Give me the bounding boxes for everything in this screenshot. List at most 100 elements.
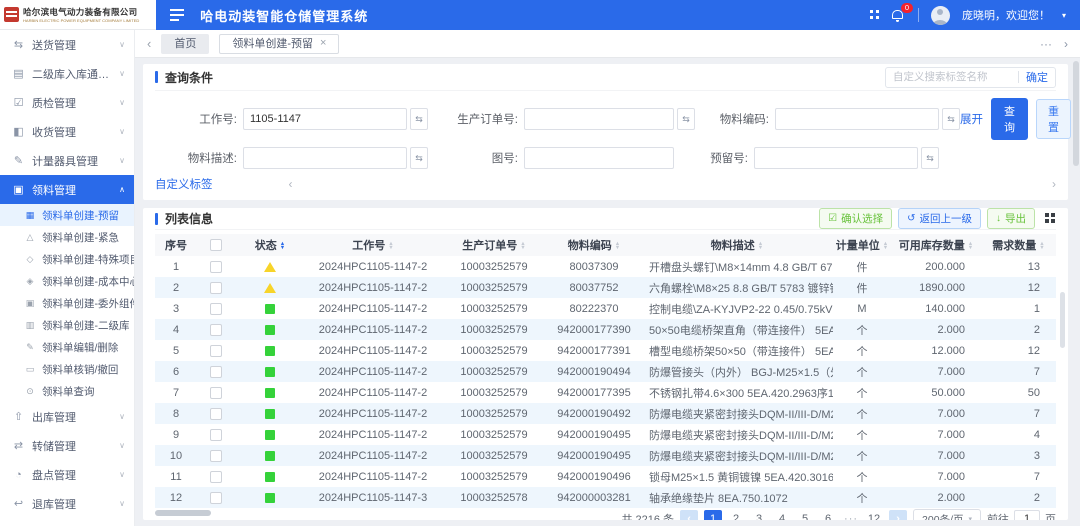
row-checkbox[interactable] [210,345,222,357]
column-settings-icon[interactable] [1045,213,1056,224]
material-code-input[interactable] [775,108,939,130]
custom-tag-name-input[interactable] [893,71,1011,83]
page-size-select[interactable]: 200条/页 ▾ [913,509,981,520]
scrollbar-thumb[interactable] [1073,61,1079,166]
reset-button[interactable]: 重置 [1036,99,1071,139]
col-unit[interactable]: 计量单位▲▼ [833,234,891,256]
table-vertical-scrollbar[interactable] [1060,292,1065,348]
close-icon[interactable]: × [320,38,326,49]
sidebar-subitem[interactable]: ▦ 领料单创建-预留 [0,204,134,226]
row-checkbox[interactable] [210,450,222,462]
table-row[interactable]: 6 2024HPC1105-1147-2 10003252579 9420001… [155,361,1056,382]
tabs-back-icon[interactable]: ‹ [147,36,151,51]
notifications-button[interactable]: 0 [892,8,906,22]
row-checkbox[interactable] [210,492,222,504]
page-number-button[interactable]: ··· [842,510,860,520]
tabs-forward-icon[interactable]: › [1064,37,1068,51]
filter-icon[interactable]: ⇆ [677,108,695,130]
table-row[interactable]: 9 2024HPC1105-1147-2 10003252579 9420001… [155,424,1056,445]
next-page-button[interactable]: › [889,510,907,520]
sidebar-item[interactable]: ☑ 质检管理 ∨ [0,88,134,117]
tab-requisition-create-reserve[interactable]: 领料单创建-预留 × [219,34,339,54]
sidebar-item[interactable]: ◧ 收货管理 ∨ [0,117,134,146]
col-material-code[interactable]: 物料编码▲▼ [547,234,641,256]
col-demand-qty[interactable]: 需求数量▲▼ [981,234,1056,256]
row-checkbox[interactable] [210,324,222,336]
filter-icon[interactable]: ⇆ [410,108,428,130]
col-work-no[interactable]: 工作号▲▼ [305,234,441,256]
table-row[interactable]: 5 2024HPC1105-1147-2 10003252579 9420001… [155,340,1056,361]
scrollbar-thumb[interactable] [155,510,211,516]
expand-link[interactable]: 展开 [960,111,983,127]
sidebar-item[interactable]: ✎ 计量器具管理 ∨ [0,146,134,175]
fullscreen-icon[interactable] [870,10,880,20]
scroll-left-icon[interactable]: ‹ [289,177,293,191]
scroll-right-icon[interactable]: › [1052,177,1056,191]
col-available-stock[interactable]: 可用库存数量▲▼ [891,234,981,256]
table-row[interactable]: 1 2024HPC1105-1147-2 10003252579 8003730… [155,256,1056,277]
export-button[interactable]: ↓导出 [987,208,1035,229]
sidebar-item[interactable]: ⇧ 出库管理 ∨ [0,402,134,431]
col-status[interactable]: 状态▲▼ [235,234,305,256]
filter-icon[interactable]: ⇆ [410,147,428,169]
back-up-level-button[interactable]: ↺返回上一级 [898,208,981,229]
confirm-selection-button[interactable]: ☑确认选择 [819,208,892,229]
sidebar-subitem[interactable]: ✎ 领料单编辑/删除 [0,336,134,358]
sidebar-subitem[interactable]: △ 领料单创建-紧急 [0,226,134,248]
col-production-order[interactable]: 生产订单号▲▼ [441,234,547,256]
row-checkbox[interactable] [210,282,222,294]
drawing-no-input[interactable] [524,147,674,169]
row-checkbox[interactable] [210,303,222,315]
user-menu-caret-icon[interactable]: ▾ [1062,11,1066,20]
sidebar-item[interactable]: ⇄ 转储管理 ∨ [0,431,134,460]
sidebar-subitem[interactable]: ▥ 领料单创建-二级库 [0,314,134,336]
row-checkbox[interactable] [210,387,222,399]
prev-page-button[interactable]: ‹ [680,510,698,520]
row-checkbox[interactable] [210,429,222,441]
page-number-button[interactable]: 3 [750,510,768,520]
sidebar-item[interactable]: ⇆ 送货管理 ∨ [0,30,134,59]
sidebar-item[interactable]: ▤ 二级库入库通知单 ∨ [0,59,134,88]
goto-page-input[interactable] [1014,510,1040,520]
sidebar-subitem[interactable]: ⊙ 领料单查询 [0,380,134,402]
row-checkbox[interactable] [210,408,222,420]
row-checkbox[interactable] [210,366,222,378]
row-checkbox[interactable] [210,471,222,483]
table-row[interactable]: 2 2024HPC1105-1147-2 10003252579 8003775… [155,277,1056,298]
sidebar-collapse-icon[interactable] [170,14,184,16]
search-button[interactable]: 查询 [991,98,1028,140]
table-row[interactable]: 12 2024HPC1105-1147-3 10003252578 942000… [155,487,1056,508]
sidebar-subitem[interactable]: ▭ 领料单核销/撤回 [0,358,134,380]
avatar[interactable] [931,6,950,25]
material-desc-input[interactable] [243,147,407,169]
row-checkbox[interactable] [210,261,222,273]
custom-tag-link[interactable]: 自定义标签 [155,176,213,192]
work-no-input[interactable] [243,108,407,130]
sidebar-item[interactable]: ◔ 盘点管理 ∨ [0,460,134,489]
page-number-button[interactable]: 5 [796,510,814,520]
sidebar-item[interactable]: ↩ 退库管理 ∨ [0,489,134,518]
sidebar-subitem[interactable]: ◇ 领料单创建-特殊项目 [0,248,134,270]
page-number-button[interactable]: 6 [819,510,837,520]
tag-confirm-button[interactable]: 确定 [1026,69,1048,85]
tabs-more-icon[interactable]: ··· [1040,37,1052,51]
col-material-desc[interactable]: 物料描述▲▼ [641,234,833,256]
table-row[interactable]: 3 2024HPC1105-1147-2 10003252579 8022237… [155,298,1056,319]
sidebar-subitem[interactable]: ◈ 领料单创建-成本中心 [0,270,134,292]
table-row[interactable]: 10 2024HPC1105-1147-2 10003252579 942000… [155,445,1056,466]
filter-icon[interactable]: ⇆ [921,147,939,169]
reserve-no-input[interactable] [754,147,918,169]
table-row[interactable]: 11 2024HPC1105-1147-2 10003252579 942000… [155,466,1056,487]
page-number-button[interactable]: 2 [727,510,745,520]
sidebar-subitem[interactable]: ▣ 领料单创建-委外组件 [0,292,134,314]
filter-icon[interactable]: ⇆ [942,108,960,130]
table-row[interactable]: 7 2024HPC1105-1147-2 10003252579 9420001… [155,382,1056,403]
table-row[interactable]: 4 2024HPC1105-1147-2 10003252579 9420001… [155,319,1056,340]
table-row[interactable]: 8 2024HPC1105-1147-2 10003252579 9420001… [155,403,1056,424]
page-number-button[interactable]: 4 [773,510,791,520]
page-number-button[interactable]: 1 [704,510,722,520]
select-all-checkbox[interactable] [210,239,222,251]
page-number-button[interactable]: 12 [865,510,883,520]
tab-home[interactable]: 首页 [161,34,209,54]
page-scrollbar[interactable] [1072,58,1080,526]
